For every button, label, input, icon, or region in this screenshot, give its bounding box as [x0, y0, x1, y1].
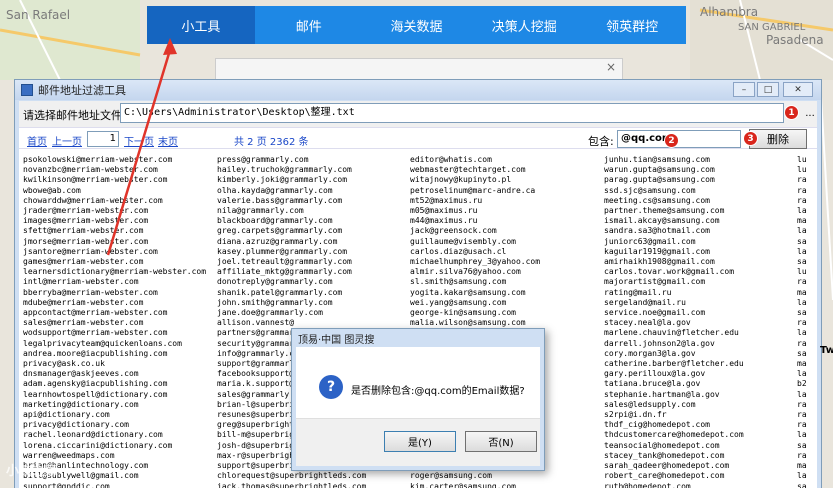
step-badge: 3: [743, 131, 758, 146]
step-badge: 1: [784, 105, 799, 120]
yes-button[interactable]: 是(Y): [384, 431, 456, 452]
watermark: 小铁之家: [6, 464, 59, 479]
dialog-message: 是否删除包含:@qq.com的Email数据?: [351, 386, 525, 397]
step-badge: 2: [664, 133, 679, 148]
dialog-body: ? 是否删除包含:@qq.com的Email数据? 是(Y) 否(N): [296, 347, 540, 466]
question-icon: ?: [319, 375, 343, 399]
no-button[interactable]: 否(N): [465, 431, 537, 452]
confirm-dialog: 顶易·中国 图灵搜 ? 是否删除包含:@qq.com的Email数据? 是(Y)…: [291, 328, 545, 471]
background-text-fragment: Tw: [820, 345, 833, 356]
dialog-footer: 是(Y) 否(N): [296, 418, 540, 466]
dialog-title: 顶易·中国 图灵搜: [298, 334, 375, 346]
